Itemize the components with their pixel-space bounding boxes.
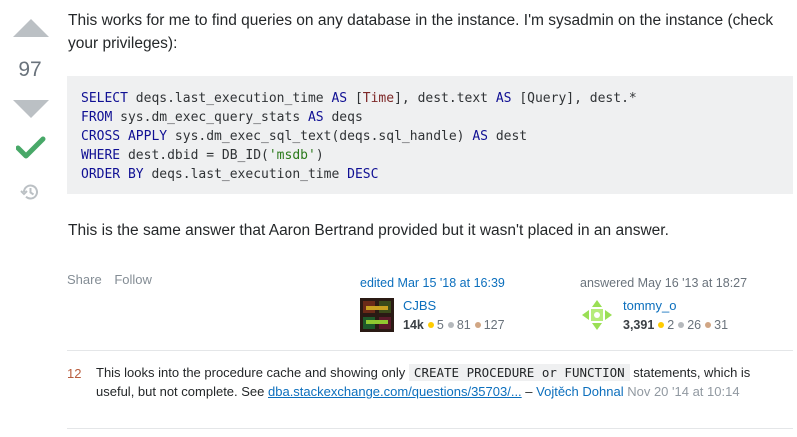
- code-keyword: FROM: [81, 110, 113, 125]
- code-string: 'msdb': [268, 148, 316, 163]
- bronze-badge-icon: [705, 322, 712, 329]
- accepted-check-icon: [16, 136, 46, 159]
- code-text: sys.dm_exec_query_stats: [112, 110, 308, 125]
- follow-link[interactable]: Follow: [114, 272, 152, 287]
- comment-bottom-divider: [67, 428, 793, 429]
- code-block: SELECT deqs.last_execution_time AS [Time…: [67, 76, 793, 194]
- author-signature: answered May 16 '13 at 18:27 tommy_o 3,3…: [580, 276, 790, 336]
- post-menu: Share Follow: [67, 272, 161, 287]
- gold-badge-icon: [427, 322, 434, 329]
- comment-text: This looks into the procedure cache and …: [96, 365, 409, 380]
- history-icon[interactable]: [20, 182, 40, 202]
- code-keyword: AS: [307, 110, 324, 125]
- code-keyword: ORDER BY: [81, 167, 144, 182]
- code-text: dest: [488, 129, 528, 144]
- editor-signature: edited Mar 15 '18 at 16:39 CJBS 14k 5 81 12…: [360, 276, 560, 336]
- code-keyword: AS: [472, 129, 488, 144]
- answer-body: This is the same answer that Aaron Bertr…: [68, 222, 669, 239]
- author-name[interactable]: tommy_o: [623, 298, 676, 313]
- comment-separator: –: [521, 384, 537, 399]
- answer-intro: This works for me to find queries on any…: [68, 9, 788, 55]
- reputation-score: 14k: [403, 318, 424, 332]
- silver-badge-count: 26: [687, 318, 702, 332]
- comment-code: CREATE PROCEDURE or FUNCTION: [408, 364, 630, 381]
- author-avatar[interactable]: [580, 298, 614, 332]
- code-keyword: DESC: [347, 167, 379, 182]
- code-text: ], dest.text: [394, 91, 496, 106]
- comment-score: 12: [67, 366, 82, 381]
- editor-name[interactable]: CJBS: [403, 298, 436, 313]
- share-link[interactable]: Share: [67, 272, 102, 287]
- code-keyword: AS: [331, 91, 348, 106]
- silver-badge-icon: [678, 322, 685, 329]
- reputation-score: 3,391: [623, 318, 655, 332]
- author-reputation: 3,391 2 26 31: [623, 318, 728, 332]
- code-keyword: SELECT: [81, 91, 128, 106]
- code-text: deqs.last_execution_time: [143, 167, 348, 182]
- comment-link[interactable]: dba.stackexchange.com/questions/35703/..…: [268, 384, 522, 399]
- editor-avatar[interactable]: [360, 298, 394, 332]
- bronze-badge-count: 31: [714, 318, 729, 332]
- code-text: dest.dbid = DB_ID(: [120, 148, 269, 163]
- code-text: sys.dm_exec_sql_text(deqs.sql_handle): [167, 129, 473, 144]
- code-type: Time: [362, 91, 395, 106]
- code-keyword: WHERE: [81, 148, 121, 163]
- silver-badge-icon: [447, 322, 454, 329]
- code-text: [: [347, 91, 363, 106]
- comment-user[interactable]: Vojtěch Dohnal: [536, 384, 623, 399]
- code-keyword: AS: [495, 91, 512, 106]
- comment-body: This looks into the procedure cache and …: [96, 363, 786, 401]
- code-text: deqs.last_execution_time: [127, 91, 332, 106]
- answered-timestamp[interactable]: answered May 16 '13 at 18:27: [580, 276, 790, 290]
- vote-count: 97: [18, 58, 42, 81]
- bronze-badge-count: 127: [483, 318, 505, 332]
- silver-badge-count: 81: [456, 318, 471, 332]
- code-text: [Query], dest.*: [511, 91, 637, 106]
- bronze-badge-icon: [474, 322, 481, 329]
- edited-timestamp[interactable]: edited Mar 15 '18 at 16:39: [360, 276, 560, 290]
- gold-badge-count: 2: [667, 318, 675, 332]
- code-text: ): [315, 148, 324, 163]
- gold-badge-icon: [658, 322, 665, 329]
- comments-divider: [67, 350, 793, 351]
- vote-down-icon[interactable]: [13, 100, 49, 118]
- comment-date[interactable]: Nov 20 '14 at 10:14: [627, 384, 739, 399]
- code-text: deqs: [323, 110, 363, 125]
- intro-paragraph: This works for me to find queries on any…: [68, 12, 774, 52]
- gold-badge-count: 5: [436, 318, 444, 332]
- code-keyword: CROSS APPLY: [81, 129, 168, 144]
- editor-reputation: 14k 5 81 127: [403, 318, 505, 332]
- vote-up-icon[interactable]: [13, 19, 49, 37]
